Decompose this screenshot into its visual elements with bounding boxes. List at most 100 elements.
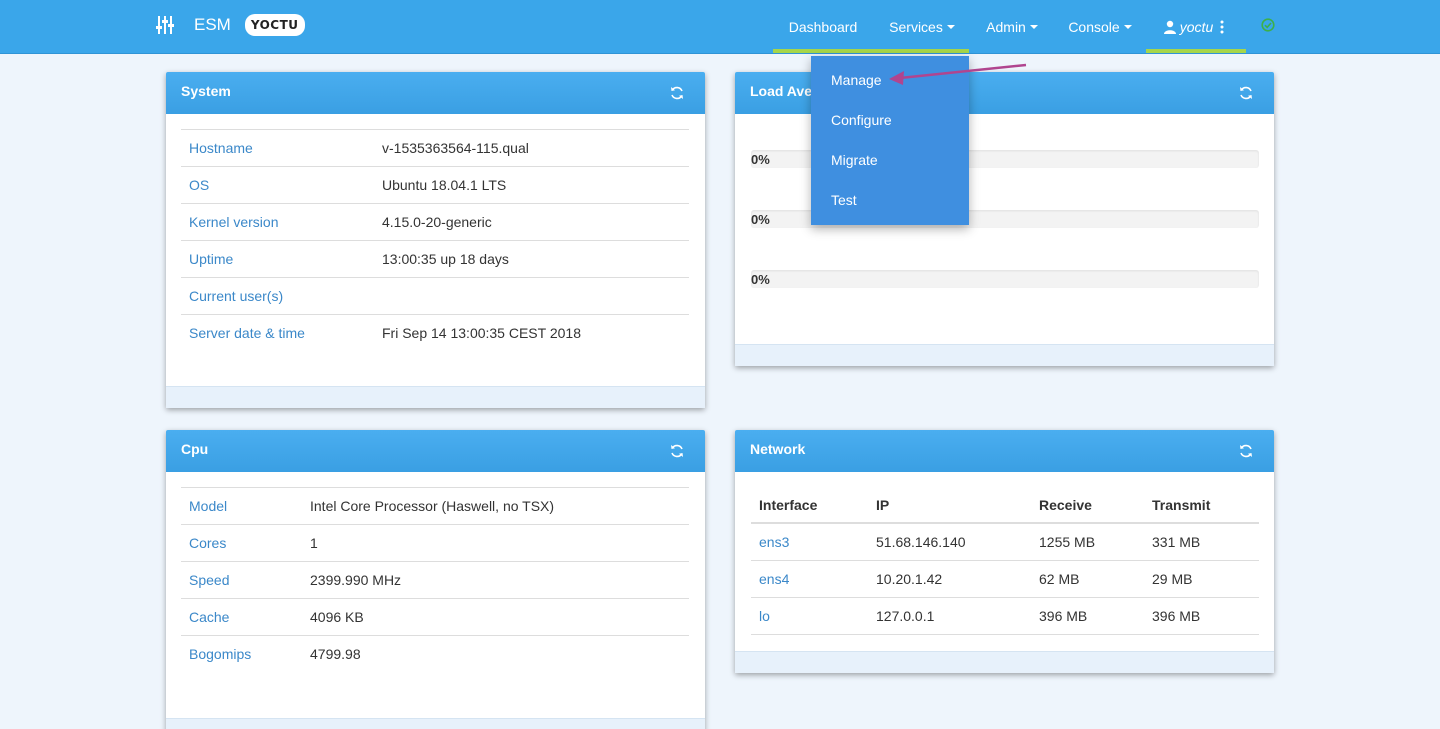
row-key: Speed <box>181 561 302 599</box>
row-value: 2399.990 MHz <box>302 561 689 599</box>
row-value: Fri Sep 14 13:00:35 CEST 2018 <box>374 314 689 352</box>
ip-cell: 10.20.1.42 <box>868 560 1031 598</box>
table-row: Bogomips 4799.98 <box>181 635 689 673</box>
panel-footer <box>735 651 1274 673</box>
network-panel: Network Interface IP Receive Transmit en… <box>735 430 1274 673</box>
transmit-cell: 396 MB <box>1144 597 1259 635</box>
menu-item-configure[interactable]: Configure <box>831 112 892 128</box>
transmit-cell: 331 MB <box>1144 523 1259 561</box>
progress-label: 0% <box>751 152 770 167</box>
refresh-icon[interactable] <box>1238 443 1254 459</box>
nav-console[interactable]: Console <box>1062 0 1138 54</box>
cpu-table: Model Intel Core Processor (Haswell, no T… <box>181 487 689 673</box>
row-value: 1 <box>302 524 689 562</box>
ip-cell: 127.0.0.1 <box>868 597 1031 635</box>
column-header: Receive <box>1031 487 1144 524</box>
nav-services[interactable]: Services <box>880 0 964 54</box>
nav-dashboard[interactable]: Dashboard <box>777 0 869 54</box>
caret-down-icon <box>946 25 955 29</box>
panel-footer <box>166 386 705 408</box>
cpu-panel: Cpu Model Intel Core Processor (Haswell, … <box>166 430 705 729</box>
receive-cell: 62 MB <box>1031 560 1144 598</box>
column-header: IP <box>868 487 1031 524</box>
progress-track <box>751 270 1259 288</box>
row-value: 13:00:35 up 18 days <box>374 240 689 278</box>
refresh-icon[interactable] <box>1238 85 1254 101</box>
panel-footer <box>735 344 1274 366</box>
column-header: Interface <box>751 487 868 524</box>
panel-header: Network <box>735 430 1274 472</box>
refresh-icon[interactable] <box>669 85 685 101</box>
row-value: Ubuntu 18.04.1 LTS <box>374 166 689 204</box>
table-row: Server date & time Fri Sep 14 13:00:35 CE… <box>181 314 689 352</box>
menu-item-manage[interactable]: Manage <box>831 72 882 88</box>
row-value: Intel Core Processor (Haswell, no TSX) <box>302 487 689 525</box>
ip-cell: 51.68.146.140 <box>868 523 1031 561</box>
receive-cell: 1255 MB <box>1031 523 1144 561</box>
services-dropdown-menu: Manage Configure Migrate Test <box>811 56 969 225</box>
panel-header: Cpu <box>166 430 705 472</box>
table-header-row: Interface IP Receive Transmit <box>751 487 1259 524</box>
row-key: Model <box>181 487 302 525</box>
table-row: Uptime 13:00:35 up 18 days <box>181 240 689 278</box>
table-row: Cores 1 <box>181 524 689 562</box>
table-row: Kernel version 4.15.0-20-generic <box>181 203 689 241</box>
brand[interactable]: ESM YOCTU <box>154 14 305 36</box>
brand-logo-badge: YOCTU <box>244 14 305 36</box>
row-value: 4.15.0-20-generic <box>374 203 689 241</box>
table-row: Speed 2399.990 MHz <box>181 561 689 599</box>
table-row: Cache 4096 KB <box>181 598 689 636</box>
network-table: Interface IP Receive Transmit ens3 51.68… <box>751 487 1259 635</box>
panel-title: Network <box>750 441 806 457</box>
caret-down-icon <box>1029 25 1038 29</box>
table-row: OS Ubuntu 18.04.1 LTS <box>181 166 689 204</box>
table-row: lo 127.0.0.1 396 MB 396 MB <box>751 597 1259 635</box>
menu-item-migrate[interactable]: Migrate <box>831 152 878 168</box>
column-header: Transmit <box>1144 487 1259 524</box>
progress-label: 0% <box>751 212 770 227</box>
panel-header: System <box>166 72 705 114</box>
sliders-icon <box>156 16 174 34</box>
row-key: Cores <box>181 524 302 562</box>
caret-down-icon <box>1123 25 1132 29</box>
table-row: ens4 10.20.1.42 62 MB 29 MB <box>751 560 1259 598</box>
panel-title: Load Ave <box>750 83 812 99</box>
table-row: Hostname v-1535363564-115.qual <box>181 129 689 167</box>
load-bar: 0% <box>751 270 1259 288</box>
status-ok-icon <box>1261 18 1275 32</box>
system-panel: System Hostname v-1535363564-115.qual OS U… <box>166 72 705 408</box>
refresh-icon[interactable] <box>669 443 685 459</box>
panel-footer <box>166 718 705 729</box>
interface-link[interactable]: lo <box>751 597 868 635</box>
table-row: ens3 51.68.146.140 1255 MB 331 MB <box>751 523 1259 561</box>
panel-title: Cpu <box>181 441 209 457</box>
panel-title: System <box>181 83 231 99</box>
row-key: Bogomips <box>181 635 302 673</box>
nav-user-menu[interactable]: yoctu <box>1156 0 1232 54</box>
row-key: OS <box>181 166 374 204</box>
row-value <box>374 277 689 315</box>
row-key: Uptime <box>181 240 374 278</box>
table-row: Model Intel Core Processor (Haswell, no T… <box>181 487 689 525</box>
more-vertical-icon <box>1220 20 1224 34</box>
interface-link[interactable]: ens4 <box>751 560 868 598</box>
row-value: v-1535363564-115.qual <box>374 129 689 167</box>
top-navbar: ESM YOCTU Dashboard Services Admin Conso… <box>0 0 1440 54</box>
nav-admin[interactable]: Admin <box>978 0 1046 54</box>
user-icon <box>1163 20 1176 34</box>
receive-cell: 396 MB <box>1031 597 1144 635</box>
menu-item-test[interactable]: Test <box>831 192 857 208</box>
row-value: 4799.98 <box>302 635 689 673</box>
row-key: Kernel version <box>181 203 374 241</box>
interface-link[interactable]: ens3 <box>751 523 868 561</box>
transmit-cell: 29 MB <box>1144 560 1259 598</box>
progress-label: 0% <box>751 272 770 287</box>
brand-title: ESM <box>194 15 231 34</box>
table-row: Current user(s) <box>181 277 689 315</box>
system-table: Hostname v-1535363564-115.qual OS Ubuntu 1… <box>181 129 689 352</box>
row-key: Server date & time <box>181 314 374 352</box>
row-key: Current user(s) <box>181 277 374 315</box>
row-key: Hostname <box>181 129 374 167</box>
row-value: 4096 KB <box>302 598 689 636</box>
row-key: Cache <box>181 598 302 636</box>
